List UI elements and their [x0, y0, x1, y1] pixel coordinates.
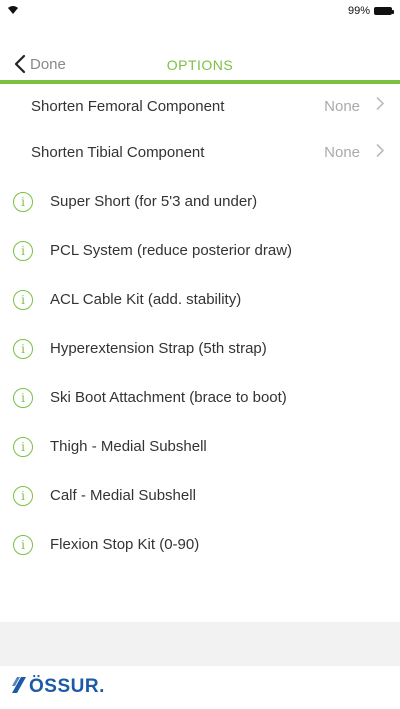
info-icon[interactable]: i — [13, 240, 33, 261]
row-value: None — [324, 97, 360, 115]
ossur-logo: ÖSSUR. — [12, 676, 105, 698]
wifi-icon — [8, 5, 18, 17]
row-label: Hyperextension Strap (5th strap) — [50, 340, 267, 357]
page-title: OPTIONS — [166, 57, 234, 73]
info-icon[interactable]: i — [13, 387, 33, 408]
info-icon[interactable]: i — [13, 436, 33, 457]
chevron-right-icon — [376, 143, 385, 162]
status-bar: 99% — [0, 0, 400, 22]
row-acl-cable-kit[interactable]: i ACL Cable Kit (add. stability) — [0, 275, 400, 324]
footer-spacer — [0, 622, 400, 666]
row-label: Shorten Femoral Component — [31, 97, 225, 115]
chevron-right-icon — [376, 96, 385, 116]
battery-percentage: 99% — [347, 5, 370, 17]
row-flexion-stop-kit[interactable]: i Flexion Stop Kit (0-90) — [0, 520, 400, 569]
navigation-bar: Done OPTIONS — [0, 48, 400, 84]
row-super-short[interactable]: i Super Short (for 5'3 and under) — [0, 177, 400, 226]
status-right: 99% — [347, 5, 394, 17]
row-thigh-medial-subshell[interactable]: i Thigh - Medial Subshell — [0, 422, 400, 471]
row-label: Ski Boot Attachment (brace to boot) — [50, 389, 287, 406]
row-ski-boot-attachment[interactable]: i Ski Boot Attachment (brace to boot) — [0, 373, 400, 422]
footer: ÖSSUR. — [0, 666, 400, 709]
info-icon[interactable]: i — [13, 289, 33, 310]
row-label: ACL Cable Kit (add. stability) — [50, 291, 242, 308]
info-icon[interactable]: i — [13, 191, 33, 212]
logo-text: ÖSSUR. — [29, 676, 105, 697]
info-icon[interactable]: i — [13, 534, 33, 555]
info-icon[interactable]: i — [13, 338, 33, 359]
row-pcl-system[interactable]: i PCL System (reduce posterior draw) — [0, 226, 400, 275]
row-label: PCL System (reduce posterior draw) — [50, 242, 293, 259]
options-list: Shorten Femoral Component None Shorten T… — [0, 84, 400, 569]
row-shorten-tibial[interactable]: Shorten Tibial Component None — [0, 128, 400, 177]
row-label: Flexion Stop Kit (0-90) — [50, 536, 200, 553]
row-label: Shorten Tibial Component — [31, 144, 205, 161]
info-icon[interactable]: i — [13, 485, 33, 506]
ossur-logo-icon — [12, 676, 26, 698]
row-shorten-femoral[interactable]: Shorten Femoral Component None — [0, 84, 400, 128]
row-label: Super Short (for 5'3 and under) — [50, 193, 258, 210]
row-calf-medial-subshell[interactable]: i Calf - Medial Subshell — [0, 471, 400, 520]
row-label: Thigh - Medial Subshell — [50, 438, 207, 455]
battery-icon — [374, 7, 394, 15]
row-label: Calf - Medial Subshell — [50, 487, 196, 504]
row-value: None — [324, 144, 360, 161]
row-hyperextension-strap[interactable]: i Hyperextension Strap (5th strap) — [0, 324, 400, 373]
